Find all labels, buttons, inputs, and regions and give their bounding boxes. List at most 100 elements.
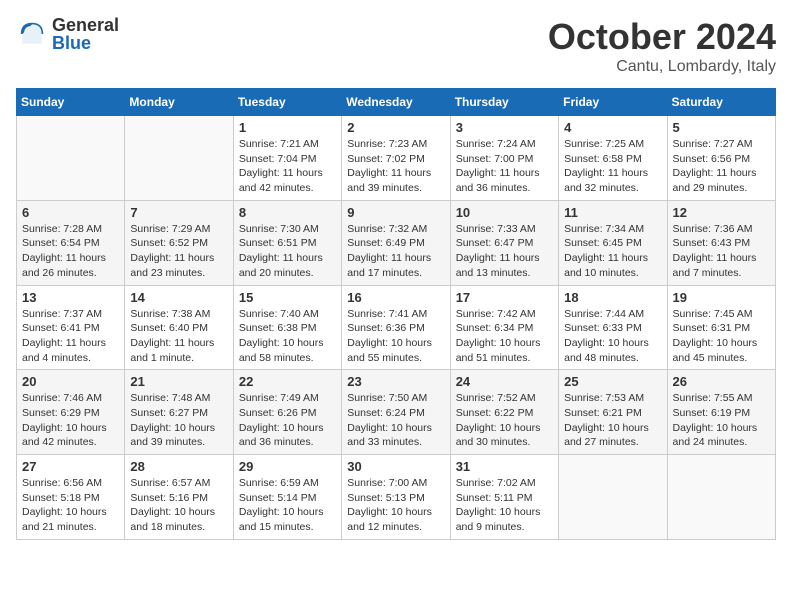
calendar-cell: 28 Sunrise: 6:57 AM Sunset: 5:16 PM Dayli… [125, 455, 233, 540]
day-info: Sunrise: 7:36 AM Sunset: 6:43 PM Dayligh… [673, 222, 770, 281]
calendar-cell: 29 Sunrise: 6:59 AM Sunset: 5:14 PM Dayli… [233, 455, 341, 540]
day-number: 6 [22, 205, 119, 220]
logo-blue: Blue [52, 34, 119, 52]
calendar-cell: 14 Sunrise: 7:38 AM Sunset: 6:40 PM Dayli… [125, 285, 233, 370]
weekday-header-row: SundayMondayTuesdayWednesdayThursdayFrid… [17, 89, 776, 116]
day-number: 28 [130, 459, 227, 474]
day-number: 14 [130, 290, 227, 305]
logo-icon [16, 18, 48, 50]
day-info: Sunrise: 7:28 AM Sunset: 6:54 PM Dayligh… [22, 222, 119, 281]
day-number: 16 [347, 290, 444, 305]
day-info: Sunrise: 7:23 AM Sunset: 7:02 PM Dayligh… [347, 137, 444, 196]
calendar-cell: 13Sunrise: 7:37 AM Sunset: 6:41 PM Dayli… [17, 285, 125, 370]
calendar-cell: 10Sunrise: 7:33 AM Sunset: 6:47 PM Dayli… [450, 200, 558, 285]
calendar-cell: 26 Sunrise: 7:55 AM Sunset: 6:19 PM Dayli… [667, 370, 775, 455]
calendar-week-row: 27 Sunrise: 6:56 AM Sunset: 5:18 PM Dayli… [17, 455, 776, 540]
weekday-header: Thursday [450, 89, 558, 116]
calendar-cell: 6 Sunrise: 7:28 AM Sunset: 6:54 PM Daylig… [17, 200, 125, 285]
day-info: Sunrise: 7:40 AM Sunset: 6:38 PM Dayligh… [239, 307, 336, 366]
day-info: Sunrise: 7:49 AM Sunset: 6:26 PM Dayligh… [239, 391, 336, 450]
calendar-cell: 8 Sunrise: 7:30 AM Sunset: 6:51 PM Daylig… [233, 200, 341, 285]
day-number: 7 [130, 205, 227, 220]
calendar-cell: 24Sunrise: 7:52 AM Sunset: 6:22 PM Dayli… [450, 370, 558, 455]
calendar-cell: 18 Sunrise: 7:44 AM Sunset: 6:33 PM Dayli… [559, 285, 667, 370]
calendar-cell: 3 Sunrise: 7:24 AM Sunset: 7:00 PM Daylig… [450, 116, 558, 201]
day-info: Sunrise: 7:37 AM Sunset: 6:41 PM Dayligh… [22, 307, 119, 366]
location: Cantu, Lombardy, Italy [548, 58, 776, 76]
calendar-cell: 23 Sunrise: 7:50 AM Sunset: 6:24 PM Dayli… [342, 370, 450, 455]
day-info: Sunrise: 7:34 AM Sunset: 6:45 PM Dayligh… [564, 222, 661, 281]
calendar-cell: 20Sunrise: 7:46 AM Sunset: 6:29 PM Dayli… [17, 370, 125, 455]
day-number: 3 [456, 120, 553, 135]
calendar-cell: 16 Sunrise: 7:41 AM Sunset: 6:36 PM Dayli… [342, 285, 450, 370]
calendar-cell [559, 455, 667, 540]
calendar-cell [667, 455, 775, 540]
calendar-week-row: 13Sunrise: 7:37 AM Sunset: 6:41 PM Dayli… [17, 285, 776, 370]
day-number: 21 [130, 374, 227, 389]
calendar-cell: 19 Sunrise: 7:45 AM Sunset: 6:31 PM Dayli… [667, 285, 775, 370]
day-number: 18 [564, 290, 661, 305]
calendar-cell: 25Sunrise: 7:53 AM Sunset: 6:21 PM Dayli… [559, 370, 667, 455]
weekday-header: Tuesday [233, 89, 341, 116]
day-info: Sunrise: 6:56 AM Sunset: 5:18 PM Dayligh… [22, 476, 119, 535]
weekday-header: Friday [559, 89, 667, 116]
calendar-table: SundayMondayTuesdayWednesdayThursdayFrid… [16, 88, 776, 540]
day-info: Sunrise: 7:33 AM Sunset: 6:47 PM Dayligh… [456, 222, 553, 281]
weekday-header: Saturday [667, 89, 775, 116]
calendar-cell: 7Sunrise: 7:29 AM Sunset: 6:52 PM Daylig… [125, 200, 233, 285]
day-number: 1 [239, 120, 336, 135]
day-info: Sunrise: 7:48 AM Sunset: 6:27 PM Dayligh… [130, 391, 227, 450]
day-info: Sunrise: 6:59 AM Sunset: 5:14 PM Dayligh… [239, 476, 336, 535]
day-info: Sunrise: 7:27 AM Sunset: 6:56 PM Dayligh… [673, 137, 770, 196]
calendar-cell: 22 Sunrise: 7:49 AM Sunset: 6:26 PM Dayli… [233, 370, 341, 455]
day-info: Sunrise: 7:38 AM Sunset: 6:40 PM Dayligh… [130, 307, 227, 366]
day-number: 2 [347, 120, 444, 135]
day-number: 5 [673, 120, 770, 135]
day-info: Sunrise: 6:57 AM Sunset: 5:16 PM Dayligh… [130, 476, 227, 535]
day-number: 29 [239, 459, 336, 474]
day-number: 27 [22, 459, 119, 474]
day-number: 9 [347, 205, 444, 220]
page-header: General Blue October 2024 Cantu, Lombard… [16, 16, 776, 76]
day-info: Sunrise: 7:46 AM Sunset: 6:29 PM Dayligh… [22, 391, 119, 450]
day-info: Sunrise: 7:25 AM Sunset: 6:58 PM Dayligh… [564, 137, 661, 196]
calendar-week-row: 1 Sunrise: 7:21 AM Sunset: 7:04 PM Daylig… [17, 116, 776, 201]
calendar-cell: 11 Sunrise: 7:34 AM Sunset: 6:45 PM Dayli… [559, 200, 667, 285]
day-number: 4 [564, 120, 661, 135]
calendar-cell [125, 116, 233, 201]
calendar-cell: 17Sunrise: 7:42 AM Sunset: 6:34 PM Dayli… [450, 285, 558, 370]
day-info: Sunrise: 7:55 AM Sunset: 6:19 PM Dayligh… [673, 391, 770, 450]
day-number: 19 [673, 290, 770, 305]
logo-text: General Blue [52, 16, 119, 52]
calendar-cell: 27 Sunrise: 6:56 AM Sunset: 5:18 PM Dayli… [17, 455, 125, 540]
weekday-header: Sunday [17, 89, 125, 116]
day-number: 30 [347, 459, 444, 474]
day-info: Sunrise: 7:30 AM Sunset: 6:51 PM Dayligh… [239, 222, 336, 281]
day-info: Sunrise: 7:50 AM Sunset: 6:24 PM Dayligh… [347, 391, 444, 450]
month-title: October 2024 [548, 16, 776, 58]
day-number: 22 [239, 374, 336, 389]
day-number: 31 [456, 459, 553, 474]
day-info: Sunrise: 7:21 AM Sunset: 7:04 PM Dayligh… [239, 137, 336, 196]
day-number: 26 [673, 374, 770, 389]
day-number: 11 [564, 205, 661, 220]
logo-general: General [52, 16, 119, 34]
day-info: Sunrise: 7:44 AM Sunset: 6:33 PM Dayligh… [564, 307, 661, 366]
weekday-header: Monday [125, 89, 233, 116]
day-info: Sunrise: 7:42 AM Sunset: 6:34 PM Dayligh… [456, 307, 553, 366]
day-info: Sunrise: 7:45 AM Sunset: 6:31 PM Dayligh… [673, 307, 770, 366]
calendar-cell: 31Sunrise: 7:02 AM Sunset: 5:11 PM Dayli… [450, 455, 558, 540]
day-number: 23 [347, 374, 444, 389]
calendar-cell [17, 116, 125, 201]
calendar-cell: 1 Sunrise: 7:21 AM Sunset: 7:04 PM Daylig… [233, 116, 341, 201]
calendar-cell: 30 Sunrise: 7:00 AM Sunset: 5:13 PM Dayli… [342, 455, 450, 540]
day-info: Sunrise: 7:41 AM Sunset: 6:36 PM Dayligh… [347, 307, 444, 366]
day-info: Sunrise: 7:24 AM Sunset: 7:00 PM Dayligh… [456, 137, 553, 196]
calendar-cell: 2 Sunrise: 7:23 AM Sunset: 7:02 PM Daylig… [342, 116, 450, 201]
title-block: October 2024 Cantu, Lombardy, Italy [548, 16, 776, 76]
calendar-cell: 21 Sunrise: 7:48 AM Sunset: 6:27 PM Dayli… [125, 370, 233, 455]
day-info: Sunrise: 7:00 AM Sunset: 5:13 PM Dayligh… [347, 476, 444, 535]
weekday-header: Wednesday [342, 89, 450, 116]
day-number: 8 [239, 205, 336, 220]
day-number: 24 [456, 374, 553, 389]
